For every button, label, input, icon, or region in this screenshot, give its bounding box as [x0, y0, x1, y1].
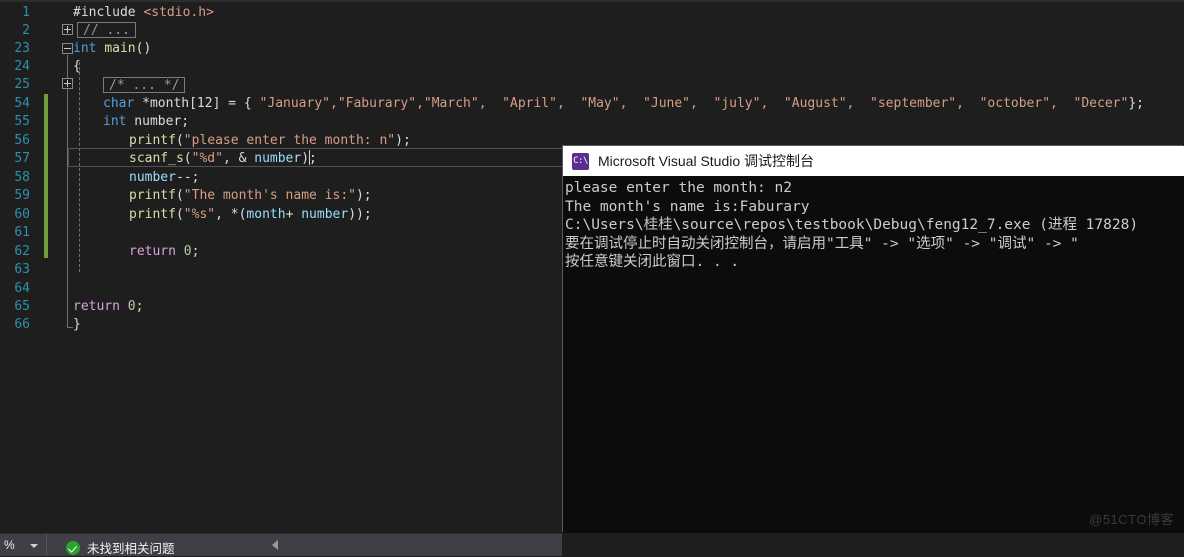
line-number: 64	[14, 281, 30, 296]
declaration-text: number;	[126, 114, 190, 129]
string-literal: "The month's name is:"	[183, 188, 356, 203]
function-call: printf	[129, 133, 176, 148]
variable-name: number	[129, 170, 176, 185]
collapse-left-arrow-icon[interactable]	[272, 540, 278, 550]
fold-expand-toggle-line2[interactable]	[62, 24, 73, 35]
number-literal: 0	[175, 244, 192, 259]
function-name: main	[104, 41, 136, 56]
console-output-line: The month's name is:Faburary	[565, 198, 810, 215]
console-output-area[interactable]: please enter the month: n2 The month's n…	[563, 176, 1184, 533]
chevron-down-icon	[30, 544, 38, 548]
type-keyword: int	[103, 114, 127, 129]
open-paren: (	[175, 188, 184, 203]
collapsed-region-comment[interactable]: // ...	[77, 22, 136, 38]
line-number: 57	[14, 151, 30, 166]
preprocessor-directive: #include	[73, 5, 136, 20]
parens: ()	[135, 41, 152, 56]
console-output-line: please enter the month: n2	[565, 180, 792, 196]
open-brace: {	[73, 59, 81, 74]
console-window-title: Microsoft Visual Studio 调试控制台	[598, 153, 815, 169]
code-line-66[interactable]: }	[73, 316, 81, 334]
console-output-line: 要在调试停止时自动关闭控制台，请启用"工具" -> "选项" -> "调试" -…	[565, 235, 1079, 252]
code-line-59[interactable]: printf("The month's name is:");	[129, 187, 372, 205]
line-number: 60	[14, 207, 30, 222]
line-number: 59	[14, 188, 30, 203]
line-number: 54	[14, 96, 30, 111]
line-number: 56	[14, 133, 30, 148]
line-number: 1	[22, 5, 30, 20]
variable-name: month	[246, 207, 286, 222]
code-line-1[interactable]: #include <stdio.h>	[73, 4, 214, 22]
return-keyword: return	[73, 299, 120, 314]
type-keyword: int	[73, 41, 97, 56]
code-line-65[interactable]: return 0;	[73, 298, 143, 316]
indent-guide	[79, 62, 80, 272]
fold-collapse-toggle-main[interactable]	[62, 43, 73, 54]
line-number: 24	[14, 59, 30, 74]
variable-name: number	[301, 207, 349, 222]
console-output-line: 按任意键关闭此窗口. . .	[565, 254, 740, 270]
code-line-55[interactable]: int number;	[103, 113, 189, 131]
line-number: 61	[14, 225, 30, 240]
line-number: 62	[14, 244, 30, 259]
close-paren: );	[355, 188, 372, 203]
close-brace: }	[73, 317, 81, 332]
status-bar-separator	[46, 534, 47, 556]
type-keyword: char	[103, 96, 135, 111]
console-output-line: C:\Users\桂桂\source\repos\testbook\Debug\…	[565, 217, 1139, 233]
function-call: printf	[129, 207, 176, 222]
line-number: 25	[14, 77, 30, 92]
line-number: 58	[14, 170, 30, 185]
fold-expand-toggle-line25[interactable]	[62, 78, 73, 89]
open-paren: (	[175, 207, 184, 222]
watermark: @51CTO博客	[1089, 512, 1174, 527]
console-title-bar[interactable]: C:\ Microsoft Visual Studio 调试控制台	[563, 146, 1184, 176]
debug-console-window[interactable]: C:\ Microsoft Visual Studio 调试控制台 please…	[563, 146, 1184, 533]
include-header: <stdio.h>	[143, 5, 214, 20]
string-literal-array: "January","Faburary","March", "April", "…	[259, 96, 1129, 111]
line-number: 2	[22, 23, 30, 38]
number-literal: 0	[119, 299, 136, 314]
zoom-level-dropdown[interactable]: %	[0, 534, 45, 556]
line-tail: };	[1128, 96, 1144, 111]
code-line-62[interactable]: return 0;	[129, 243, 199, 261]
line-number: 55	[14, 114, 30, 129]
code-line-24[interactable]: {	[73, 58, 81, 76]
visual-studio-console-icon: C:\	[572, 152, 589, 170]
outlining-vertical-line	[67, 55, 68, 327]
decrement-operator: --;	[175, 170, 200, 185]
semicolon: ;	[191, 244, 200, 259]
text-caret	[309, 150, 310, 165]
status-bar: % 未找到相关问题	[0, 533, 562, 556]
close-paren: ));	[348, 207, 372, 222]
code-line-54[interactable]: char *month[12] = { "January","Faburary"…	[103, 95, 1144, 113]
line-number: 63	[14, 262, 30, 277]
code-line-58[interactable]: number--;	[129, 169, 199, 187]
console-icon-glyph: C:\	[573, 155, 588, 166]
string-literal: "please enter the month: n"	[183, 133, 396, 148]
problem-status-indicator[interactable]: 未找到相关问题	[66, 538, 175, 557]
zoom-level-value: %	[4, 538, 15, 552]
return-keyword: return	[129, 244, 176, 259]
collapsed-region-block-comment[interactable]: /* ... */	[103, 77, 186, 93]
problem-status-text: 未找到相关问题	[87, 542, 175, 556]
line-number: 66	[14, 317, 30, 332]
string-literal: "%s"	[183, 207, 216, 222]
deref-operator: , *(	[215, 207, 247, 222]
check-circle-icon	[66, 540, 80, 555]
close-paren: );	[395, 133, 411, 148]
unsaved-changes-indicator	[44, 94, 48, 258]
semicolon: ;	[135, 299, 144, 314]
declaration-text: *month[12] = {	[134, 96, 260, 111]
code-line-60[interactable]: printf("%s", *(month+ number));	[129, 206, 372, 224]
line-number: 23	[14, 41, 30, 56]
line-number: 65	[14, 299, 30, 314]
code-line-23[interactable]: int main()	[73, 40, 151, 58]
plus-operator: +	[285, 207, 302, 222]
editor-top-divider	[0, 0, 1184, 2]
open-paren: (	[175, 133, 184, 148]
function-call: printf	[129, 188, 176, 203]
